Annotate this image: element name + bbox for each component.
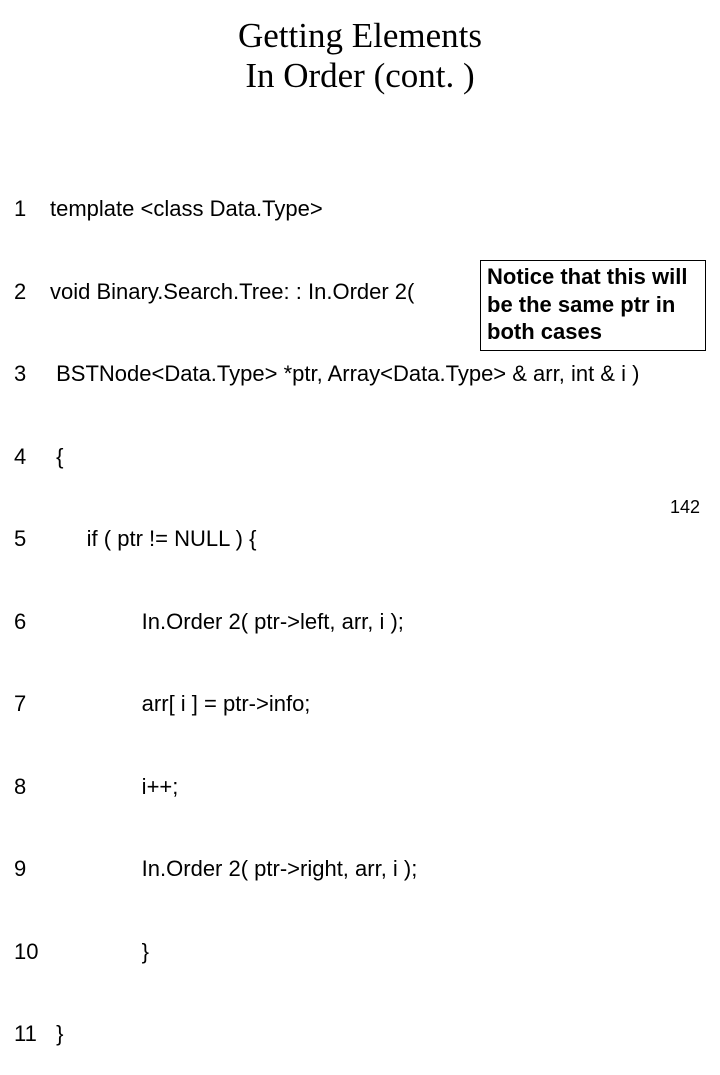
line-text: void Binary.Search.Tree: : In.Order 2( — [50, 278, 414, 306]
callout-box: Notice that this will be the same ptr in… — [480, 260, 706, 351]
line-text: if ( ptr != NULL ) { — [50, 525, 256, 553]
code-line: 7 arr[ i ] = ptr->info; — [14, 690, 639, 718]
title-line-2: In Order (cont. ) — [0, 56, 720, 96]
line-number: 3 — [14, 360, 50, 388]
line-number: 11 — [14, 1020, 50, 1048]
line-number: 7 — [14, 690, 50, 718]
code-line: 11 } — [14, 1020, 639, 1048]
slide-title: Getting Elements In Order (cont. ) — [0, 0, 720, 97]
line-number: 5 — [14, 525, 50, 553]
code-line: 1template <class Data.Type> — [14, 195, 639, 223]
line-number: 1 — [14, 195, 50, 223]
code-line: 4 { — [14, 443, 639, 471]
code-line: 10 } — [14, 938, 639, 966]
code-line: 8 i++; — [14, 773, 639, 801]
line-text: } — [50, 1020, 63, 1048]
line-text: In.Order 2( ptr->right, arr, i ); — [50, 855, 417, 883]
line-text: In.Order 2( ptr->left, arr, i ); — [50, 608, 404, 636]
line-number: 2 — [14, 278, 50, 306]
code-line: 3 BSTNode<Data.Type> *ptr, Array<Data.Ty… — [14, 360, 639, 388]
line-text: i++; — [50, 773, 178, 801]
page-number: 142 — [670, 497, 700, 518]
title-line-1: Getting Elements — [0, 16, 720, 56]
line-text: } — [50, 938, 149, 966]
line-text: arr[ i ] = ptr->info; — [50, 690, 310, 718]
line-number: 10 — [14, 938, 50, 966]
line-text: template <class Data.Type> — [50, 195, 323, 223]
line-text: { — [50, 443, 63, 471]
line-number: 9 — [14, 855, 50, 883]
line-text: BSTNode<Data.Type> *ptr, Array<Data.Type… — [50, 360, 639, 388]
line-number: 6 — [14, 608, 50, 636]
code-line: 6 In.Order 2( ptr->left, arr, i ); — [14, 608, 639, 636]
line-number: 4 — [14, 443, 50, 471]
code-line: 9 In.Order 2( ptr->right, arr, i ); — [14, 855, 639, 883]
code-line: 5 if ( ptr != NULL ) { — [14, 525, 639, 553]
line-number: 8 — [14, 773, 50, 801]
